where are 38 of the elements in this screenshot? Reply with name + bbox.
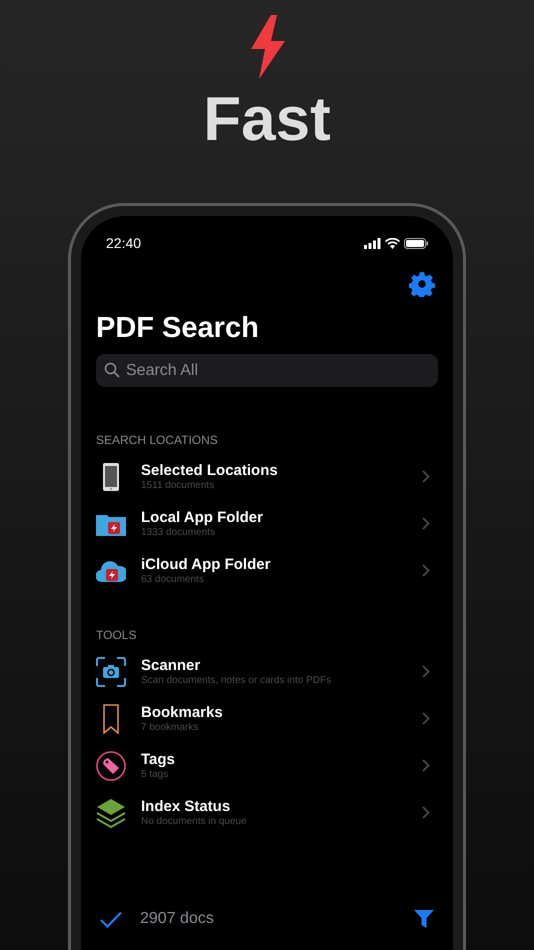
checkmark-icon[interactable] [100, 910, 122, 928]
battery-icon [404, 238, 428, 248]
chevron-icon [422, 712, 430, 725]
row-title[interactable]: Tags [141, 751, 407, 768]
row-subtitle: No documents in queue [141, 816, 248, 827]
section-header: TOOLS [96, 628, 138, 642]
tag-icon [96, 750, 126, 780]
row-title[interactable]: Selected Locations [141, 462, 407, 479]
row-subtitle: 63 documents [141, 574, 205, 585]
row-title[interactable]: Local App Folder [141, 509, 407, 526]
filter-icon[interactable] [414, 910, 434, 928]
search-field[interactable]: Search All [96, 354, 438, 387]
signal-icon [364, 238, 381, 248]
row-subtitle: 5 tags [141, 769, 170, 780]
page-title: PDF Search [96, 311, 260, 345]
row-title[interactable]: Bookmarks [141, 704, 407, 721]
row-subtitle: 1333 documents [141, 527, 216, 538]
doc-count: 2907 docs [140, 910, 215, 928]
headline: Fast [203, 85, 331, 155]
row-subtitle: Scan documents, notes or cards into PDFs [141, 675, 332, 686]
section-header: SEARCH LOCATIONS [96, 433, 219, 447]
row-title[interactable]: Scanner [141, 657, 407, 674]
chevron-icon [422, 564, 430, 577]
chevron-icon [422, 759, 430, 772]
chevron-icon [422, 806, 430, 819]
search-icon [104, 362, 120, 378]
row-title[interactable]: Index Status [141, 798, 407, 815]
layers-icon [96, 798, 126, 828]
chevron-icon [422, 665, 430, 678]
chevron-icon [422, 517, 430, 530]
status-time: 22:40 [106, 235, 142, 251]
row-subtitle: 1511 documents [141, 480, 216, 491]
row-title[interactable]: iCloud App Folder [141, 556, 407, 573]
row-subtitle: 7 bookmarks [141, 722, 200, 733]
settings-icon[interactable] [409, 271, 435, 297]
wifi-icon [385, 238, 400, 248]
camera-scan-icon [96, 656, 126, 686]
chevron-icon [422, 470, 430, 483]
